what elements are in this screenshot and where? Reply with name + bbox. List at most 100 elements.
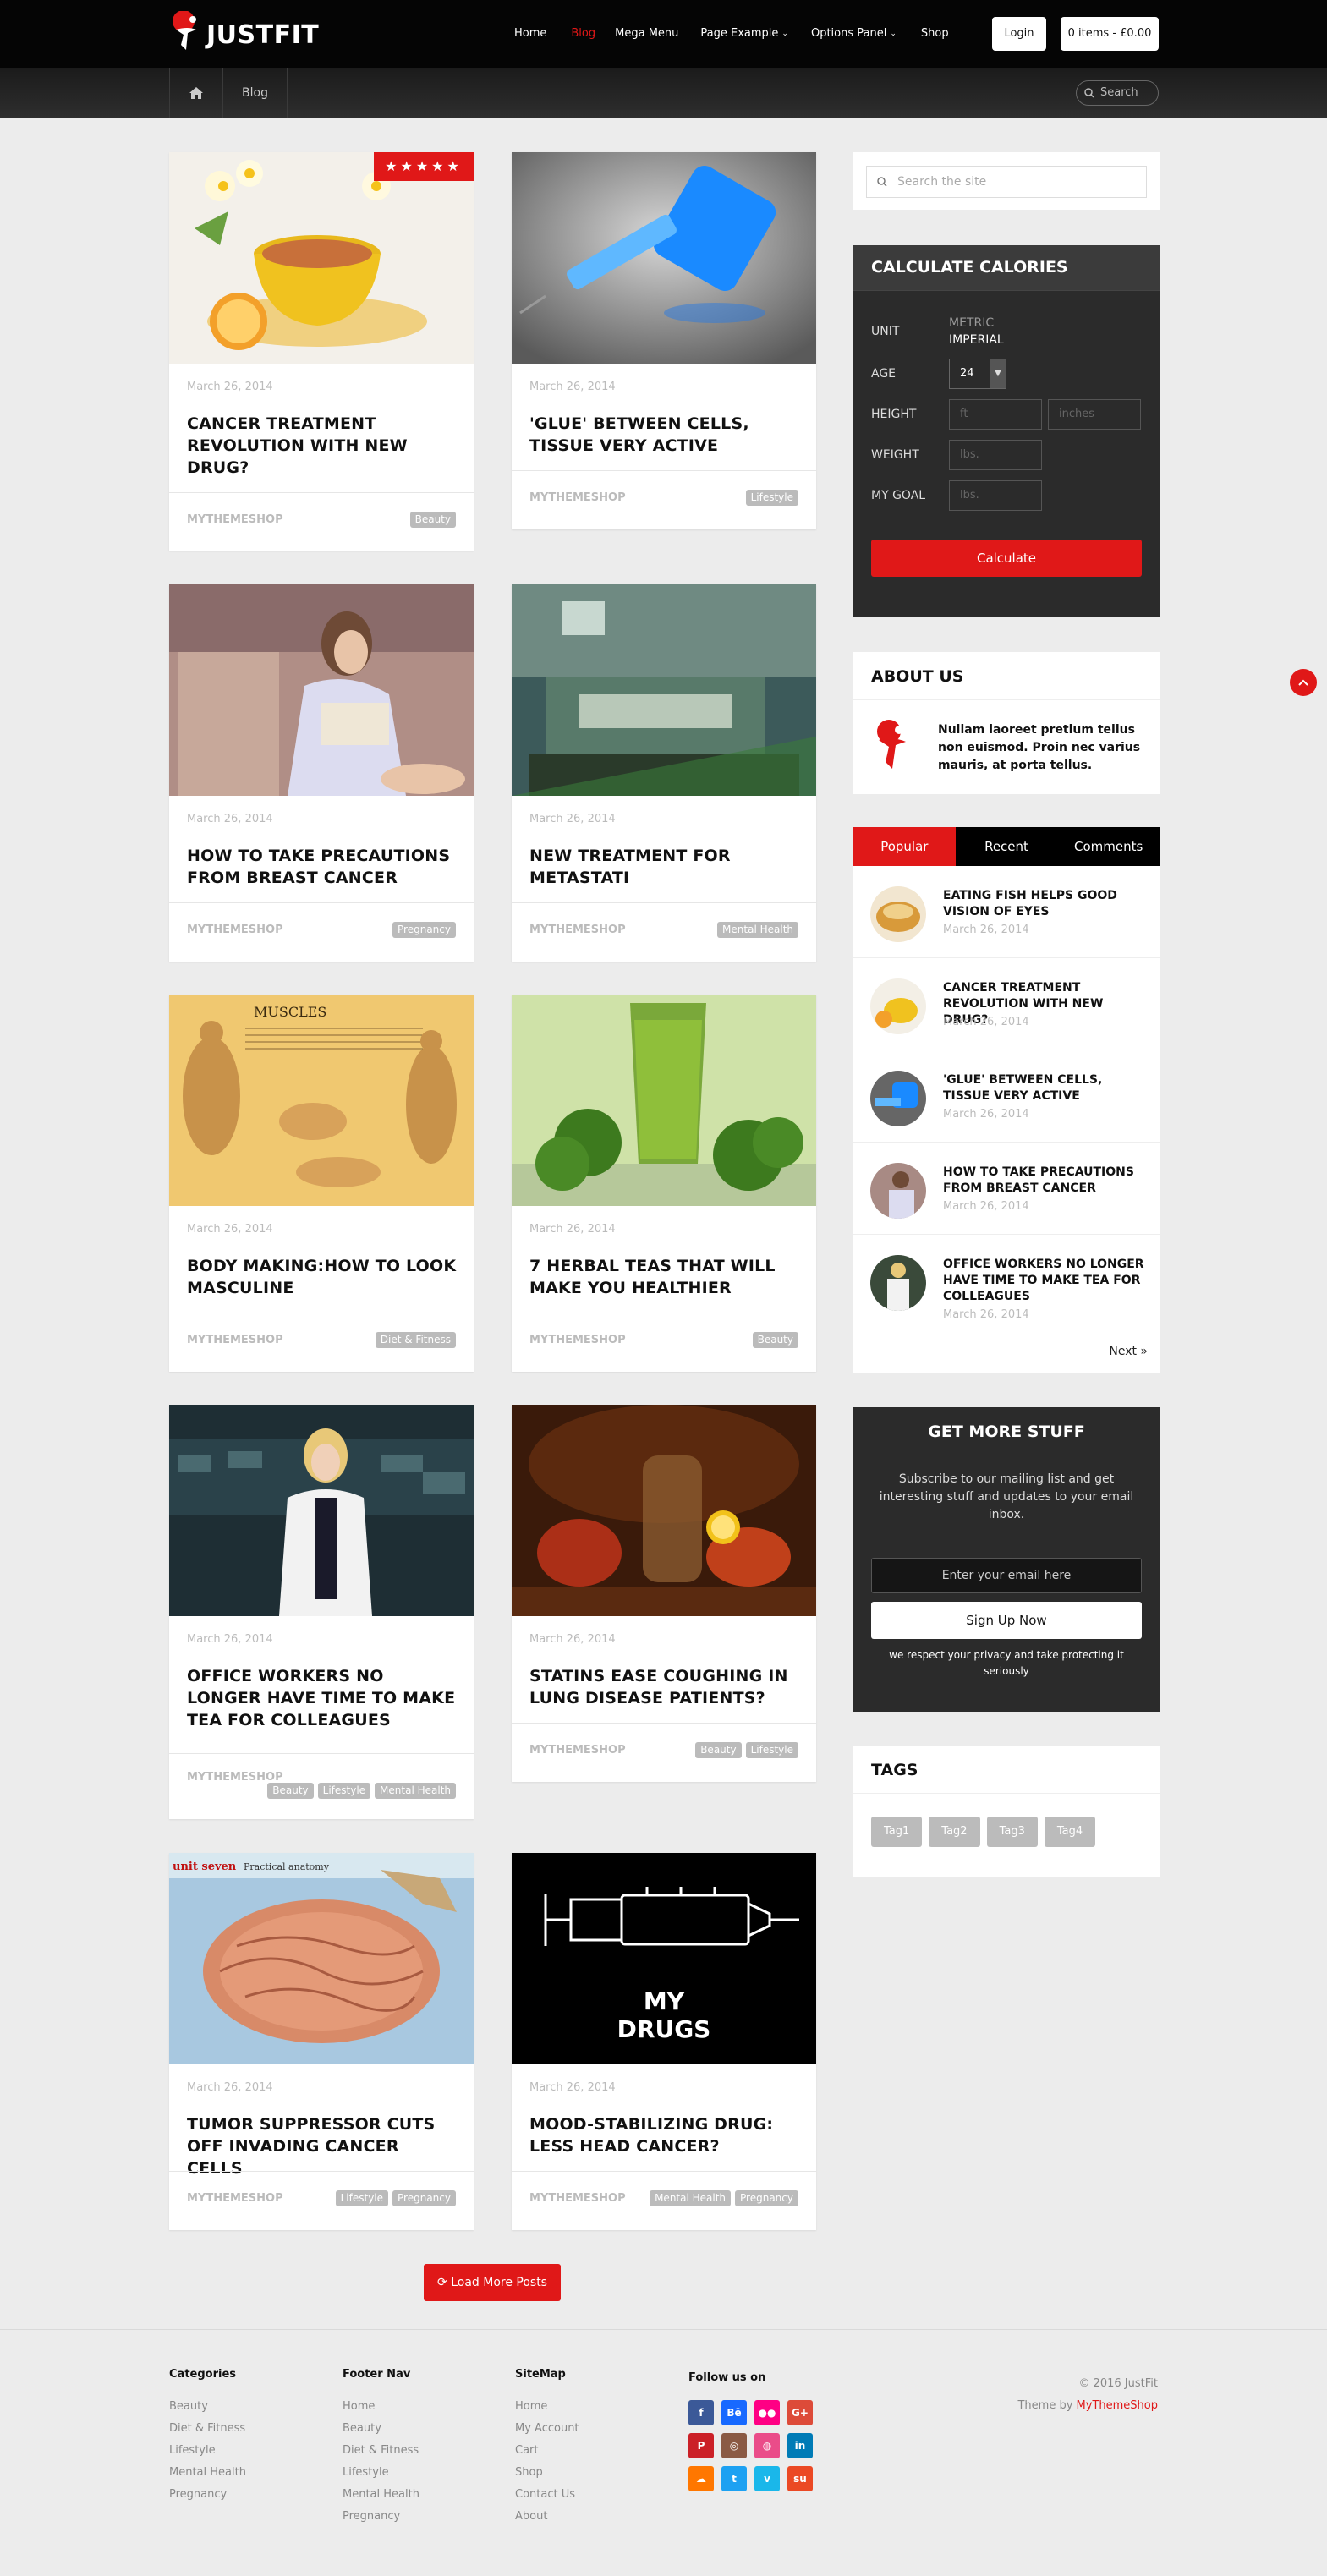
next-link[interactable]: Next » xyxy=(1109,1345,1148,1358)
weight-input[interactable]: lbs. xyxy=(949,440,1042,470)
footer-link[interactable]: Beauty xyxy=(169,2396,246,2418)
post-image-tea[interactable] xyxy=(169,152,474,364)
footer-link[interactable]: Pregnancy xyxy=(343,2506,419,2528)
post-title[interactable]: OFFICE WORKERS NO LONGER HAVE TIME TO MA… xyxy=(187,1665,458,1731)
tab-popular[interactable]: Popular xyxy=(853,827,956,866)
post-author[interactable]: MYTHEMESHOP xyxy=(187,513,283,526)
site-search-input[interactable]: Search the site xyxy=(866,166,1147,198)
post-title[interactable]: BODY MAKING:HOW TO LOOK MASCULINE xyxy=(187,1255,458,1299)
post-card[interactable]: March 26, 2014 'GLUE' BETWEEN CELLS, TIS… xyxy=(512,152,816,529)
goal-input[interactable]: lbs. xyxy=(949,480,1042,511)
nav-mega-menu[interactable]: Mega Menu xyxy=(615,25,678,43)
footer-link[interactable]: Contact Us xyxy=(515,2484,579,2506)
stumbleupon-icon[interactable]: su xyxy=(787,2466,813,2491)
post-image-muscles-chart[interactable]: MUSCLES xyxy=(169,995,474,1206)
post-title[interactable]: CANCER TREATMENT REVOLUTION WITH NEW DRU… xyxy=(187,413,458,479)
post-tag[interactable]: Pregnancy xyxy=(735,2190,798,2206)
footer-link[interactable]: Mental Health xyxy=(343,2484,419,2506)
site-logo[interactable]: JUSTFIT xyxy=(171,10,319,59)
behance-icon[interactable]: Bē xyxy=(721,2400,747,2425)
post-thumbnail[interactable] xyxy=(870,1255,926,1311)
post-card[interactable]: MUSCLES March 26, 2014 BODY MAKING:HOW T… xyxy=(169,995,474,1372)
popular-post-item[interactable]: HOW TO TAKE PRECAUTIONS FROM BREAST CANC… xyxy=(853,1143,1160,1235)
post-card[interactable]: March 26, 2014 OFFICE WORKERS NO LONGER … xyxy=(169,1405,474,1819)
vimeo-icon[interactable]: v xyxy=(754,2466,780,2491)
post-tag[interactable]: Beauty xyxy=(695,1742,742,1758)
theme-link[interactable]: MyThemeShop xyxy=(1077,2399,1158,2412)
post-author[interactable]: MYTHEMESHOP xyxy=(187,1334,283,1346)
post-thumbnail[interactable] xyxy=(870,1163,926,1219)
facebook-icon[interactable]: f xyxy=(688,2400,714,2425)
twitter-icon[interactable]: t xyxy=(721,2466,747,2491)
post-tag[interactable]: Mental Health xyxy=(375,1783,456,1799)
post-image-my-drugs[interactable]: MY DRUGS xyxy=(512,1853,816,2064)
load-more-button[interactable]: ⟳ Load More Posts xyxy=(424,2264,561,2301)
post-author[interactable]: MYTHEMESHOP xyxy=(529,1334,626,1346)
footer-link[interactable]: Lifestyle xyxy=(169,2440,246,2462)
popular-post-item[interactable]: 'GLUE' BETWEEN CELLS, TISSUE VERY ACTIVE… xyxy=(853,1050,1160,1143)
tag-link[interactable]: Tag4 xyxy=(1044,1817,1096,1847)
post-tag[interactable]: Beauty xyxy=(409,512,456,528)
instagram-icon[interactable]: ◎ xyxy=(721,2433,747,2458)
popular-post-item[interactable]: EATING FISH HELPS GOOD VISION OF EYES Ma… xyxy=(853,866,1160,958)
post-image-hospital-bed[interactable] xyxy=(512,584,816,796)
height-inches-input[interactable]: inches xyxy=(1048,399,1141,430)
footer-link[interactable]: About xyxy=(515,2506,579,2528)
footer-link[interactable]: Cart xyxy=(515,2440,579,2462)
breadcrumb-current[interactable]: Blog xyxy=(223,68,288,118)
popular-post-title[interactable]: HOW TO TAKE PRECAUTIONS FROM BREAST CANC… xyxy=(943,1165,1146,1197)
post-title[interactable]: MOOD-STABILIZING DRUG: LESS HEAD CANCER? xyxy=(529,2113,800,2157)
post-author[interactable]: MYTHEMESHOP xyxy=(187,924,283,936)
tab-comments[interactable]: Comments xyxy=(1057,827,1160,866)
header-search-input[interactable]: Search xyxy=(1076,80,1159,106)
post-author[interactable]: MYTHEMESHOP xyxy=(529,2192,626,2205)
pinterest-icon[interactable]: P xyxy=(688,2433,714,2458)
post-image-green-juice[interactable] xyxy=(512,995,816,1206)
nav-options-panel[interactable]: Options Panel xyxy=(811,25,886,43)
post-image-syringe[interactable] xyxy=(512,152,816,364)
post-image-woman-reading[interactable] xyxy=(169,584,474,796)
nav-shop[interactable]: Shop xyxy=(921,25,949,43)
post-card[interactable]: March 26, 2014 NEW TREATMENT FOR METASTA… xyxy=(512,584,816,962)
tag-link[interactable]: Tag2 xyxy=(929,1817,980,1847)
popular-post-title[interactable]: OFFICE WORKERS NO LONGER HAVE TIME TO MA… xyxy=(943,1257,1146,1305)
footer-link[interactable]: My Account xyxy=(515,2418,579,2440)
login-button[interactable]: Login xyxy=(992,17,1046,51)
dribbble-icon[interactable]: ◍ xyxy=(754,2433,780,2458)
post-tag[interactable]: Mental Health xyxy=(650,2190,732,2206)
post-title[interactable]: HOW TO TAKE PRECAUTIONS FROM BREAST CANC… xyxy=(187,845,458,889)
post-title[interactable]: STATINS EASE COUGHING IN LUNG DISEASE PA… xyxy=(529,1665,800,1709)
post-image-office-worker[interactable] xyxy=(169,1405,474,1616)
tag-link[interactable]: Tag3 xyxy=(986,1817,1038,1847)
post-tag[interactable]: Lifestyle xyxy=(745,1742,798,1758)
unit-imperial-option[interactable]: IMPERIAL xyxy=(949,333,1004,347)
nav-home[interactable]: Home xyxy=(514,25,546,43)
age-select[interactable]: 24 ▼ xyxy=(949,359,1006,389)
flickr-icon[interactable]: ●● xyxy=(754,2400,780,2425)
footer-link[interactable]: Home xyxy=(343,2396,419,2418)
post-thumbnail[interactable] xyxy=(870,1071,926,1126)
footer-link[interactable]: Diet & Fitness xyxy=(169,2418,246,2440)
post-tag[interactable]: Beauty xyxy=(267,1783,314,1799)
sign-up-button[interactable]: Sign Up Now xyxy=(871,1602,1142,1639)
post-author[interactable]: MYTHEMESHOP xyxy=(529,491,626,504)
footer-link[interactable]: Pregnancy xyxy=(169,2484,246,2506)
soundcloud-icon[interactable]: ☁ xyxy=(688,2466,714,2491)
post-author[interactable]: MYTHEMESHOP xyxy=(529,1744,626,1757)
nav-blog[interactable]: Blog xyxy=(571,25,595,43)
post-tag[interactable]: Diet & Fitness xyxy=(375,1332,456,1348)
tab-recent[interactable]: Recent xyxy=(956,827,1058,866)
post-image-herbal-tea[interactable] xyxy=(512,1405,816,1616)
footer-link[interactable]: Mental Health xyxy=(169,2462,246,2484)
post-tag[interactable]: Lifestyle xyxy=(745,490,798,506)
footer-link[interactable]: Diet & Fitness xyxy=(343,2440,419,2462)
post-card[interactable]: March 26, 2014 7 HERBAL TEAS THAT WILL M… xyxy=(512,995,816,1372)
google-plus-icon[interactable]: G+ xyxy=(787,2400,813,2425)
post-title[interactable]: TUMOR SUPPRESSOR CUTS OFF INVADING CANCE… xyxy=(187,2113,458,2179)
popular-post-item[interactable]: OFFICE WORKERS NO LONGER HAVE TIME TO MA… xyxy=(853,1235,1160,1335)
post-title[interactable]: NEW TREATMENT FOR METASTATI xyxy=(529,845,800,889)
post-card[interactable]: March 26, 2014 STATINS EASE COUGHING IN … xyxy=(512,1405,816,1782)
post-tag[interactable]: Pregnancy xyxy=(392,922,456,938)
post-tag[interactable]: Pregnancy xyxy=(392,2190,456,2206)
post-author[interactable]: MYTHEMESHOP xyxy=(187,1771,283,1784)
